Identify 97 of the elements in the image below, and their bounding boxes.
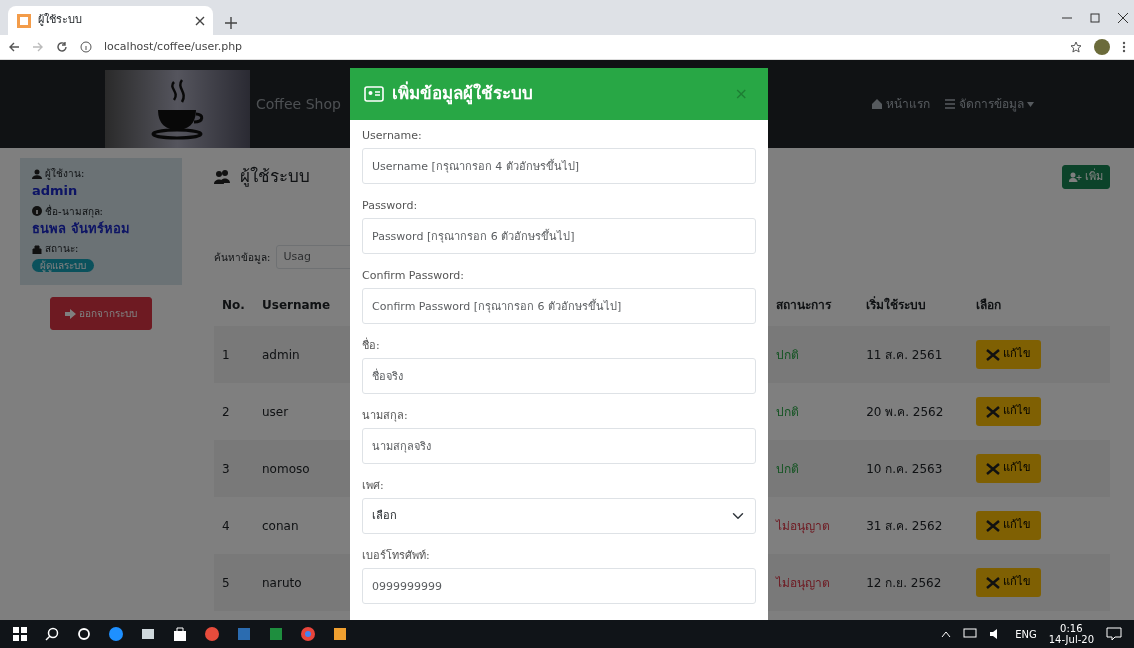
app-icon[interactable] [332,626,348,642]
table-cell: user [254,383,339,440]
column-header: No. [214,284,254,326]
table-cell: 12 ก.ย. 2562 [858,554,969,611]
coffee-shop-logo[interactable] [105,70,250,148]
field-label: Username: [362,127,423,144]
search-icon[interactable] [44,626,60,642]
id-card-icon [364,86,384,102]
edit-button[interactable]: แก้ไข [976,511,1042,540]
field-value: admin [32,183,78,198]
table-cell: 4 [214,497,254,554]
gender-select[interactable]: เลือก [362,498,756,534]
star-icon[interactable] [1070,41,1082,53]
edit-button[interactable]: แก้ไข [976,568,1042,597]
brand-name[interactable]: Coffee Shop [256,93,341,115]
app-icon[interactable] [204,626,220,642]
network-icon[interactable] [963,628,978,640]
field-label: ชื่อ-นามสกุล: [45,203,103,219]
edit-button[interactable]: แก้ไข [976,340,1042,369]
language-indicator[interactable]: ENG [1015,626,1037,642]
table-cell: 11 ส.ค. 2561 [858,326,969,383]
field-label: เบอร์โทรศัพท์: [362,547,431,564]
logout-button[interactable]: ออกจากระบบ [50,297,152,330]
clock-date[interactable]: 14-Jul-20 [1048,634,1094,645]
table-cell: 10 ก.ค. 2563 [858,440,969,497]
input-field[interactable]: นามสกุลจริง [362,428,756,464]
home-icon [871,98,883,110]
circle-icon[interactable] [76,626,92,642]
list-icon [944,98,956,110]
bag-icon[interactable] [172,626,188,642]
status-cell: ไม่อนุญาต [768,554,859,611]
edit-button[interactable]: แก้ไข [976,454,1042,483]
edit-button[interactable]: แก้ไข [976,397,1042,426]
info-icon[interactable] [80,41,92,53]
field-label: ผู้ใช้งาน: [45,167,85,181]
info-icon [32,206,42,216]
maximize-icon[interactable] [1090,12,1100,23]
table-cell: 1 [214,326,254,383]
notification-icon[interactable] [1106,627,1122,641]
table-cell: 2 [214,383,254,440]
field-label: Confirm Password: [362,267,465,284]
address-bar-url[interactable]: localhost/coffee/user.php [104,38,243,56]
input-field[interactable]: 0999999999 [362,568,756,604]
dropdown-link[interactable]: จัดการข้อมูล [944,95,1034,113]
table-cell: 31 ส.ค. 2562 [858,497,969,554]
search-label: ค้นหาข้อมูล: [214,250,271,265]
column-header: Username [254,284,339,326]
table-cell: 20 พ.ค. 2562 [858,383,969,440]
role-badge: ผู้ดูแลระบบ [32,259,94,272]
nav-link-item[interactable]: หน้าแรก [871,95,930,113]
table-cell: admin [254,326,339,383]
new-tab-icon[interactable] [225,17,237,29]
chevron-up-icon[interactable] [941,630,952,638]
user-plus-icon [1069,172,1082,182]
spreadsheet-icon[interactable] [268,626,284,642]
close-icon[interactable] [195,15,205,26]
input-field[interactable]: Username [กรุณากรอก 4 ตัวอักษรขึ้นไป] [362,148,756,184]
close-icon[interactable] [1118,12,1128,23]
avatar-icon[interactable] [1094,39,1110,55]
table-cell: 3 [214,440,254,497]
field-label: Password: [362,197,419,214]
coffee-cup-drawing [149,78,206,140]
status-cell: ปกติ [768,383,859,440]
input-field[interactable]: Password [กรุณากรอก 6 ตัวอักษรขึ้นไป] [362,218,756,254]
caret-icon [1027,101,1034,107]
add-user-button[interactable]: เพิ่ม [1062,164,1110,190]
table-cell: conan [254,497,339,554]
page-icon [16,12,32,29]
page-heading: ผู้ใช้ระบบ [240,165,310,189]
back-icon[interactable] [8,41,20,53]
field-value: ธนพล จันทร์หอม [32,220,130,236]
table-cell: naruto [254,554,339,611]
tab-title: ผู้ใช้ระบบ [38,12,83,29]
sign-out-icon [65,308,76,319]
input-field[interactable]: Confirm Password [กรุณากรอก 6 ตัวอักษรขึ้นไป] [362,288,756,324]
field-label: นามสกุล: [362,407,409,424]
user-icon [32,168,42,179]
input-field[interactable]: ชื่อจริง [362,358,756,394]
dialog-title: เพิ่มข้อมูลผู้ใช้ระบบ [392,81,533,107]
window-icon[interactable] [140,626,156,642]
reload-icon[interactable] [56,41,68,53]
status-cell: ไม่อนุญาต [768,497,859,554]
field-label: ชื่อ: [362,336,381,354]
status-cell: ปกติ [768,440,859,497]
menu-icon[interactable] [1122,41,1126,53]
column-header: เลือก [968,284,1110,326]
briefcase-icon [32,243,42,254]
table-cell: 5 [214,554,254,611]
table-cell: nomoso [254,440,339,497]
field-label: สถานะ: [45,242,79,256]
clock-time[interactable]: 0:16 [1060,623,1083,634]
field-label: เพศ: [362,477,385,494]
browser-tab[interactable]: ผู้ใช้ระบบ [8,6,213,35]
column-header: สถานะการ [768,284,859,326]
status-cell: ปกติ [768,326,859,383]
column-header: เริ่มใช้ระบบ [858,284,969,326]
windows-start-icon[interactable] [12,626,28,642]
